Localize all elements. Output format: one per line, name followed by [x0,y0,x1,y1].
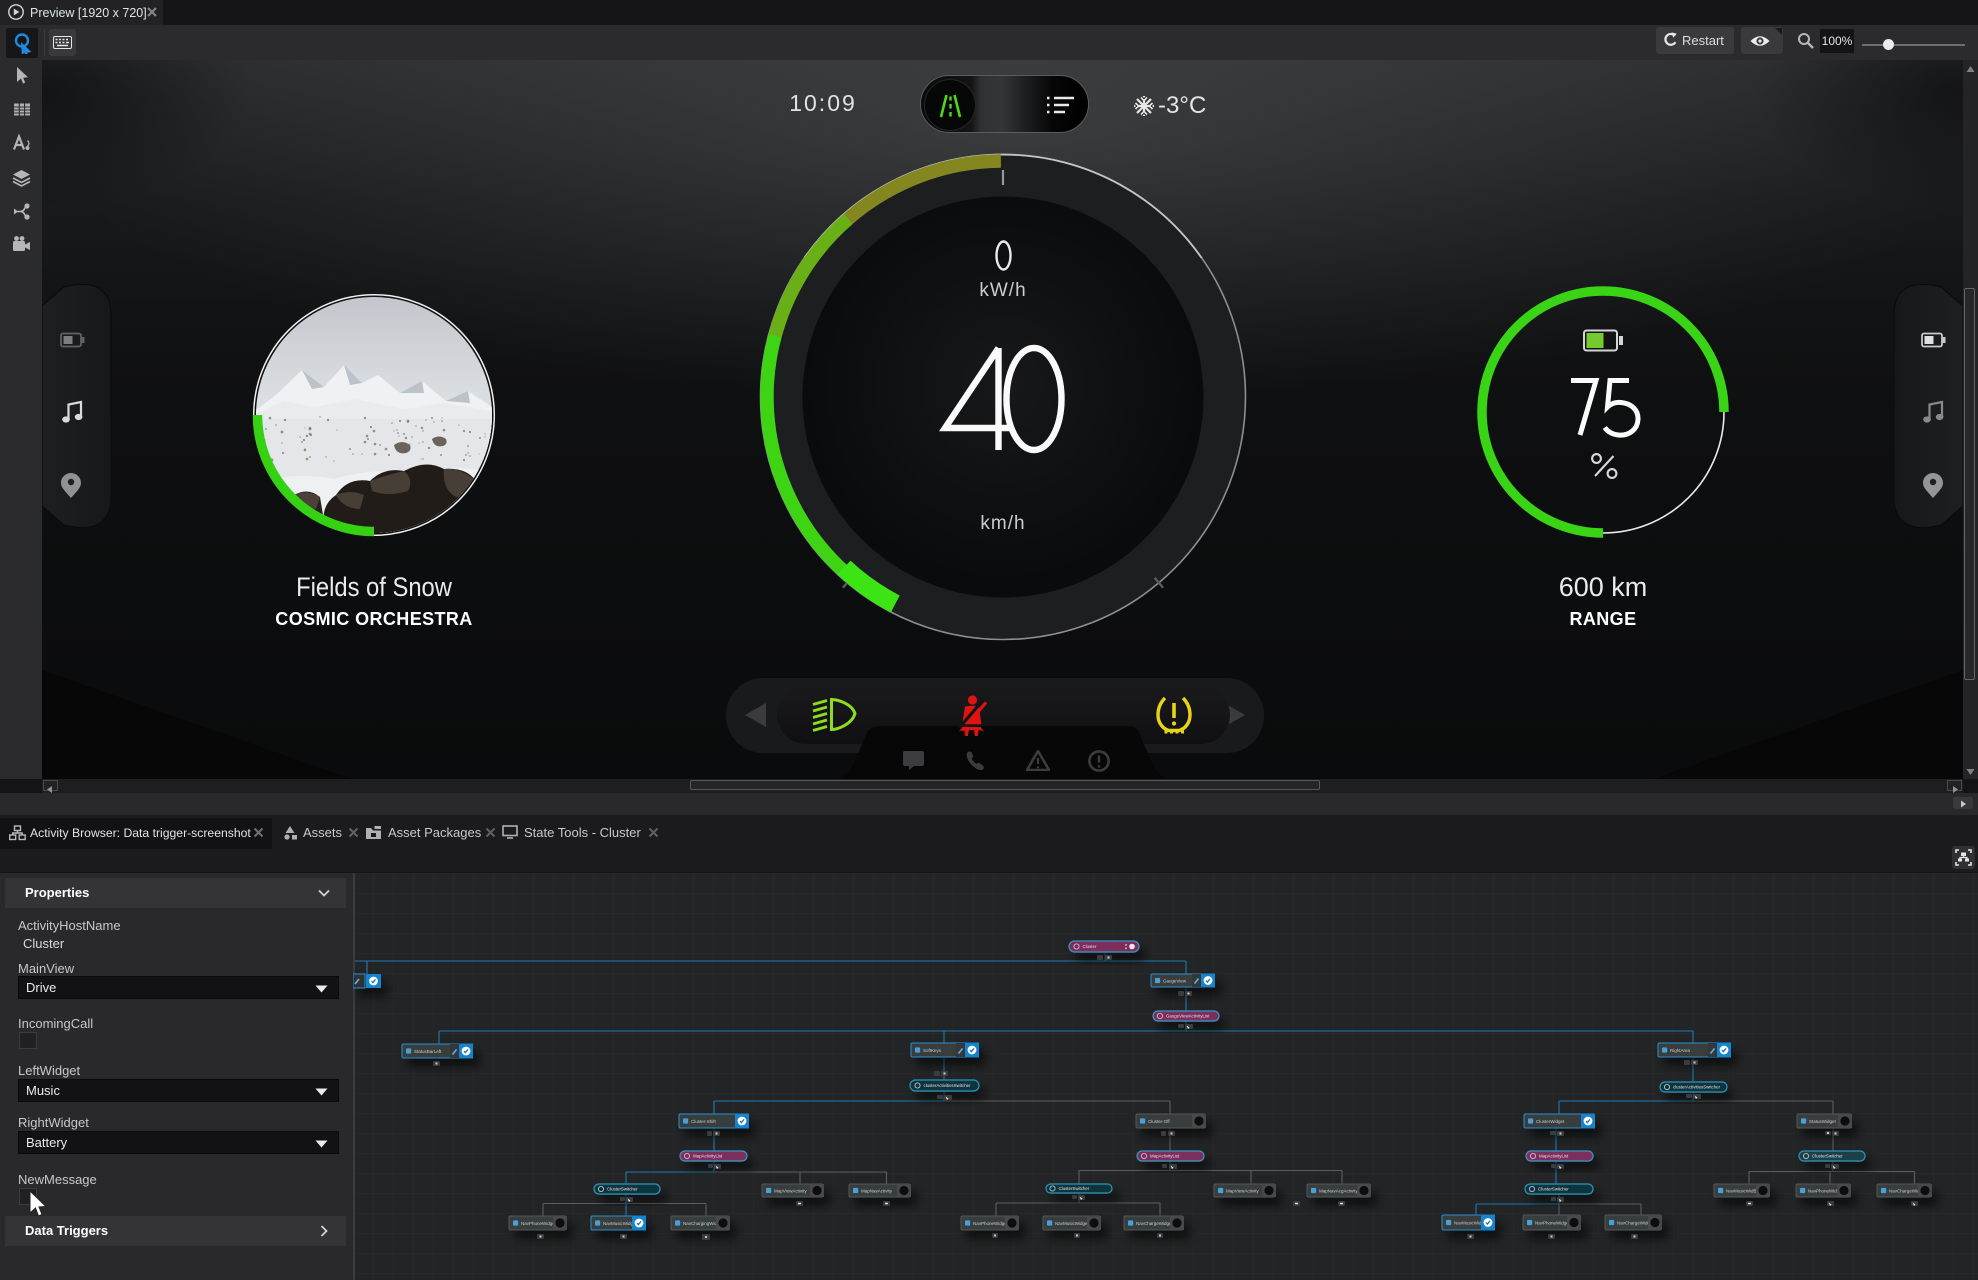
svg-text:MapViewActivity: MapViewActivity [1226,1188,1259,1193]
svg-text:MapActivityList: MapActivityList [693,1154,723,1159]
svg-text:NavPhoneWidget: NavPhoneWidget [973,1221,1009,1226]
svg-text:Cluster: Cluster [1083,944,1097,949]
svg-text:StatusWidget: StatusWidget [1809,1119,1837,1124]
svg-text:MapViewActivity: MapViewActivity [774,1188,807,1193]
svg-text:ClusterWidget: ClusterWidget [1536,1119,1565,1124]
svg-text:MapNavAcgActivity: MapNavAcgActivity [1319,1188,1359,1193]
svg-text:NavPhoneWidget: NavPhoneWidget [521,1221,557,1226]
svg-text:Cluster-Shift: Cluster-Shift [691,1119,717,1124]
svg-text:clusterActivitiesSwitcher: clusterActivitiesSwitcher [1673,1085,1721,1090]
svg-text:RightArea: RightArea [1670,1048,1691,1053]
svg-text:GaugeViewActivityList: GaugeViewActivityList [1166,1014,1210,1019]
svg-text:MapActivityList: MapActivityList [1539,1154,1569,1159]
svg-text:NavChargeWidget: NavChargeWidget [1136,1221,1174,1226]
svg-text:GaugeView: GaugeView [1163,978,1187,983]
svg-text:ClusterSwitcher: ClusterSwitcher [1059,1186,1090,1191]
svg-text:km/h: km/h [980,513,1025,534]
svg-text:Cluster-Off: Cluster-Off [1148,1119,1170,1124]
svg-text:ClusterSwitcher: ClusterSwitcher [1812,1154,1843,1159]
svg-text:ClusterSwitcher: ClusterSwitcher [1538,1187,1569,1192]
svg-text:NavChargingWid: NavChargingWid [683,1221,718,1226]
svg-text:MapNavActivity: MapNavActivity [861,1188,893,1193]
svg-text:StatusBarLeft: StatusBarLeft [414,1049,442,1054]
svg-text:kW/h: kW/h [979,280,1026,301]
svg-text:ClusterSwitcher: ClusterSwitcher [607,1187,638,1192]
svg-text:clusterActivitiesSwitcher: clusterActivitiesSwitcher [924,1083,972,1088]
svg-text:SoftKeys: SoftKeys [923,1048,942,1053]
svg-text:NavPhoneWidget: NavPhoneWidget [1535,1220,1571,1225]
svg-text:NavMusicWidget: NavMusicWidget [1055,1221,1090,1226]
svg-text:MapActivityList: MapActivityList [1150,1154,1180,1159]
